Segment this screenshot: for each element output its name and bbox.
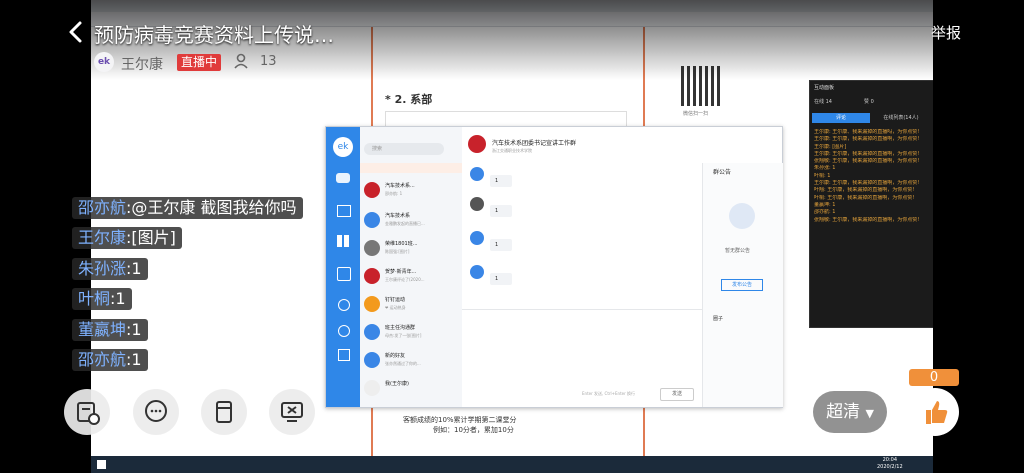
panel-line: 王尔康: [图片] — [814, 143, 847, 150]
caret-down-icon: ▼ — [865, 407, 874, 420]
comment-item: 董嬴坤:1 — [72, 319, 148, 341]
panel-title: 互动面板 — [814, 85, 835, 91]
panel-line: 邵亦航: 1 — [814, 209, 836, 216]
group-avatar — [364, 352, 380, 368]
taskbar-clock: 20:04 2020/2/12 — [877, 457, 903, 470]
thumbs-up-icon — [926, 401, 948, 424]
viewer-icon — [234, 53, 248, 69]
host-avatar[interactable]: ek — [94, 52, 114, 72]
host-name: 王尔康 — [121, 57, 163, 73]
group-avatar — [364, 240, 380, 256]
settings-icon[interactable] — [338, 325, 350, 337]
input-divider — [462, 309, 702, 310]
panel-line: 王尔康: 王尔康，我来漏掉的直播啊，为你点赞! — [814, 136, 920, 143]
send-button[interactable]: 发送 — [660, 388, 694, 401]
document-icon — [216, 401, 232, 423]
chat-conversation: 汽车技术系团委书记宣讲工作群 浙江交通职业技术学院 1 1 1 1 Enter … — [462, 127, 702, 407]
panel-line: 张翔敏: 王尔康，我来漏掉的直播啊，为你点赞! — [814, 216, 920, 223]
contacts-icon[interactable] — [337, 267, 351, 281]
group-avatar — [364, 268, 380, 284]
quality-selector[interactable]: 超清 ▼ — [813, 391, 887, 433]
panel-line: 董嬴坤: 1 — [814, 201, 836, 208]
form-text-2: 例如：10分者，累加10分 — [433, 426, 514, 434]
notice-empty-text: 暂无群公告 — [725, 248, 751, 254]
quality-label: 超清 — [826, 402, 861, 422]
screen-button[interactable] — [269, 389, 315, 435]
notes-button[interactable] — [201, 389, 247, 435]
search-input[interactable]: 搜索 — [364, 143, 444, 155]
comment-item: 邵亦航:1 — [72, 349, 148, 371]
conversation-item[interactable]: 汽车技术系 金雅鹏发起的直播已... — [364, 209, 460, 235]
conversation-item[interactable]: 贺梦·新青年... 王尔康评论了(2020... — [364, 265, 460, 291]
circle-label: 圈子 — [713, 316, 724, 322]
report-button[interactable]: 举报 — [931, 22, 961, 43]
panel-line: 张翔敏: 王尔康，我来漏掉的直播啊，为你点赞! — [814, 158, 920, 165]
panel-line: 王尔康: 王尔康，我来漏掉的直播啊，为你点赞! — [814, 150, 920, 157]
playback-button[interactable] — [64, 389, 110, 435]
comment-button[interactable] — [133, 389, 179, 435]
panel-line: 王尔康: 王尔康，我来漏掉的直播啊，为你点赞! — [814, 180, 920, 187]
conversation-item[interactable]: 荣维1801班... 陈国强:[图片] — [364, 237, 460, 263]
likes-count: 赞 0 — [864, 99, 874, 105]
group-avatar — [364, 324, 380, 340]
group-avatar — [364, 296, 380, 312]
playback-icon — [77, 402, 100, 425]
like-button[interactable] — [911, 388, 959, 436]
windows-start-icon — [97, 460, 106, 469]
panel-line: 叶桐: 王尔康，我来漏掉的直播啊，为你点赞! — [814, 194, 915, 201]
panel-line: 叶翔: 王尔康，我来漏掉的直播啊，为你点赞! — [814, 187, 915, 194]
conversation-list: 搜索 汽车技术系... 邵亦航: 1 汽车技术系 金雅鹏发起的直播已... 荣维18… — [360, 127, 463, 407]
back-button[interactable] — [66, 18, 86, 46]
panel-line: 叶桐: 1 — [814, 172, 831, 179]
ding-icon[interactable] — [338, 299, 350, 311]
comment-item: 邵亦航:@王尔康 截图我给你吗 — [72, 197, 303, 219]
workbench-icon[interactable] — [337, 235, 349, 247]
calendar-icon[interactable] — [337, 205, 351, 217]
publish-notice-button[interactable]: 发布公告 — [721, 279, 763, 291]
tab-comments[interactable]: 评论 — [812, 113, 870, 123]
comment-item: 朱孙涨:1 — [72, 258, 148, 280]
qr-caption: 微信扫一扫 — [683, 111, 709, 117]
conversation-item[interactable]: 钉钉运动 ❤ 运动热身 — [364, 293, 460, 319]
form-section-label: * 2. 系部 — [385, 93, 433, 106]
chat-nav-rail: ek — [326, 127, 360, 407]
group-avatar — [364, 182, 380, 198]
conversation-item[interactable]: 新的好友 张亦然通过了你的... — [364, 349, 460, 375]
live-badge: 直播中 — [177, 54, 222, 71]
conversation-item[interactable]: 班主任沟通群 母杰:发了一张[图片] — [364, 321, 460, 347]
form-select — [385, 111, 627, 127]
conversation-item[interactable]: 汽车技术系... 邵亦航: 1 — [364, 179, 460, 205]
message-icon[interactable] — [336, 173, 350, 183]
stream-title: 预防病毒竞赛资料上传说… — [94, 23, 334, 47]
group-avatar — [364, 380, 380, 396]
viewer-count: 13 — [260, 54, 277, 69]
live-banner[interactable] — [360, 163, 462, 173]
user-avatar[interactable]: ek — [333, 137, 353, 157]
screen-icon — [281, 402, 303, 422]
empty-notice-icon — [729, 203, 755, 229]
group-notice-panel: 群公告 暂无群公告 发布公告 圈子 — [702, 163, 783, 407]
panel-line: 王尔康: 王尔康、我来漏掉的直播吗，为你点赞! — [814, 129, 920, 135]
online-count: 在线 14 — [814, 99, 832, 105]
conversation-item[interactable]: 我(王尔康) — [364, 377, 460, 403]
chat-app-window: ek 搜索 汽车技术系... 邵亦航: 1 汽车技术系 金雅鹏发起的直播已... 荣… — [325, 126, 783, 408]
group-avatar — [468, 135, 486, 153]
panel-comment-list: 王尔康: 王尔康、我来漏掉的直播吗，为你点赞! 王尔康: 王尔康，我来漏掉的直播… — [814, 129, 932, 224]
group-avatar — [364, 212, 380, 228]
interaction-panel: 互动面板 在线 14 赞 0 评论 在线列表(14人) 王尔康: 王尔康、我来漏… — [809, 80, 933, 328]
tab-online-list[interactable]: 在线列表(14人) — [872, 113, 930, 123]
send-hint: Enter 发送, Ctrl+Enter 换行 — [582, 391, 636, 396]
panel-line: 朱孙涨: 1 — [814, 165, 836, 172]
home-icon[interactable] — [338, 349, 350, 361]
chat-bubble-icon — [145, 400, 167, 422]
form-text-1: 客额成绩的10%累计学期第二课堂分 — [403, 416, 517, 424]
comment-item: 叶桐:1 — [72, 288, 132, 310]
chevron-left-icon — [69, 21, 82, 43]
group-title: 汽车技术系团委书记宣讲工作群 — [492, 140, 577, 147]
like-count: 0 — [909, 369, 959, 386]
notice-title: 群公告 — [713, 169, 732, 176]
group-subtitle: 浙江交通职业技术学院 — [492, 148, 532, 153]
comment-item: 王尔康:[图片] — [72, 227, 182, 249]
windows-taskbar: 20:04 2020/2/12 — [91, 456, 933, 473]
